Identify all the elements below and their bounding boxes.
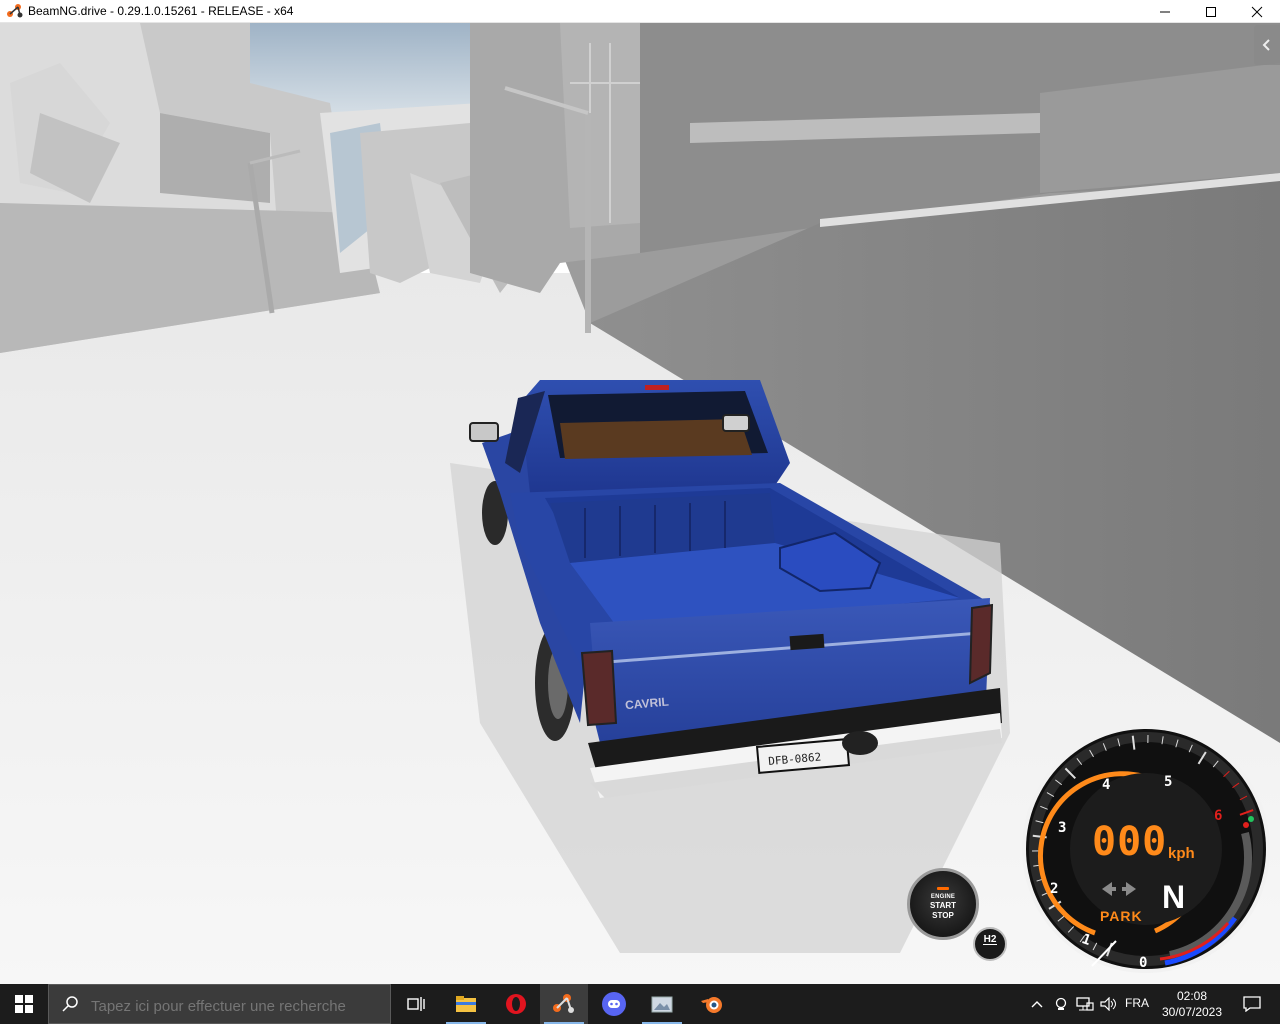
window-titlebar: BeamNG.drive - 0.29.1.0.15261 - RELEASE … [0,0,1280,23]
beamng-icon [553,994,574,1013]
speed-gauge: 000 kph N PARK 0 1 2 3 4 5 6 [1020,723,1272,975]
task-view-icon [407,997,425,1011]
clock-date: 30/07/2023 [1161,1005,1223,1019]
speed-unit: kph [1168,845,1195,862]
task-view-button[interactable] [392,984,440,1024]
blender-taskbar-app[interactable] [688,984,736,1024]
maximize-icon [1206,6,1216,17]
tray-volume[interactable] [1098,984,1120,1024]
chevron-up-icon [1031,1001,1043,1008]
close-icon [1251,6,1263,17]
search-icon [62,996,78,1012]
start-button[interactable] [0,984,48,1024]
beamng-app-icon [6,3,24,24]
file-explorer-taskbar-app[interactable] [442,984,490,1024]
windows-taskbar: FRA 02:08 30/07/2023 [0,984,1280,1024]
rpm-label-4: 4 [1102,777,1111,793]
taskbar-search-box[interactable] [48,984,391,1024]
tray-network[interactable] [1074,984,1096,1024]
discord-icon [602,992,626,1016]
engine-status-led [937,887,949,890]
rpm-label-0: 0 [1139,955,1148,971]
park-status: PARK [1100,908,1143,924]
notification-center-button[interactable] [1232,984,1272,1024]
search-input[interactable] [89,997,383,1016]
photos-icon [651,996,673,1013]
close-button[interactable] [1234,0,1280,23]
volume-icon [1100,997,1116,1011]
photos-taskbar-app[interactable] [638,984,686,1024]
rpm-label-6: 6 [1214,808,1223,824]
network-icon [1076,997,1094,1011]
opera-taskbar-app[interactable] [492,984,540,1024]
maximize-button[interactable] [1188,0,1234,23]
game-viewport[interactable]: CAVRIL DFB-0862 ENGINE START STOP H2 000… [0,23,1280,984]
speed-readout: 000 [1092,819,1168,865]
chevron-left-icon [1262,39,1270,51]
stop-label: STOP [932,911,954,920]
blender-icon [701,997,722,1013]
side-panel-toggle[interactable] [1254,25,1280,65]
discord-taskbar-app[interactable] [590,984,638,1024]
engine-label: ENGINE [930,894,956,900]
rpm-label-2: 2 [1050,881,1059,897]
windows-logo-icon [15,995,33,1013]
clock-time: 02:08 [1176,989,1208,1003]
beamng-taskbar-app[interactable] [540,984,588,1024]
rpm-label-3: 3 [1058,820,1067,836]
show-hidden-icons-button[interactable] [1028,984,1046,1024]
file-explorer-icon [456,996,476,1012]
tray-clock[interactable]: 02:08 30/07/2023 [1158,988,1226,1020]
opera-icon [506,994,526,1014]
notification-icon [1243,996,1261,1012]
window-title: BeamNG.drive - 0.29.1.0.15261 - RELEASE … [28,4,294,18]
webcam-icon [1055,997,1067,1010]
input-language[interactable]: FRA [1125,996,1149,1010]
minimize-button[interactable] [1142,0,1188,23]
gear-indicator: N [1162,879,1186,915]
engine-start-stop-button[interactable]: ENGINE START STOP [907,868,979,940]
rpm-label-5: 5 [1164,774,1173,790]
start-label: START [929,901,957,910]
h2-badge[interactable]: H2 [973,927,1007,961]
minimize-icon [1160,11,1170,12]
tray-meet-now[interactable] [1052,984,1070,1024]
